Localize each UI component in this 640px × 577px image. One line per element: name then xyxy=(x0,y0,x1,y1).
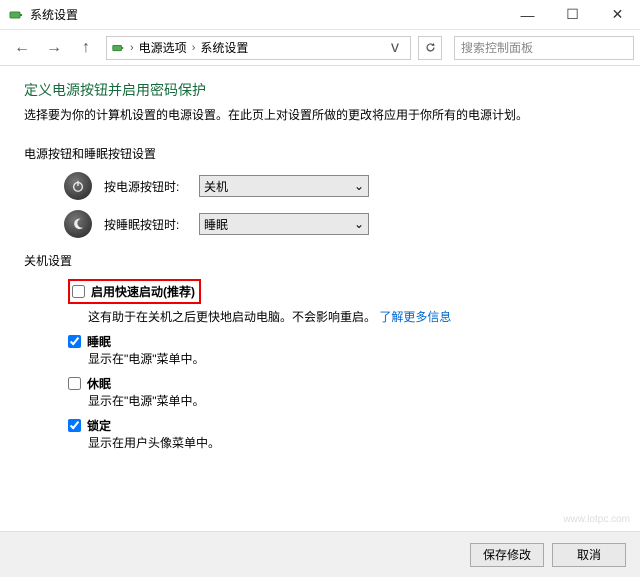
fast-startup-hint: 这有助于在关机之后更快地启动电脑。不会影响重启。 了解更多信息 xyxy=(88,308,616,325)
power-button-label: 按电源按钮时: xyxy=(104,178,199,195)
lock-hint: 显示在用户头像菜单中。 xyxy=(88,434,616,451)
sleep-button-row: 按睡眠按钮时: 睡眠 ⌄ xyxy=(64,210,616,238)
breadcrumb-system-settings[interactable]: 系统设置 xyxy=(200,39,248,56)
maximize-button[interactable]: ☐ xyxy=(550,0,595,29)
sleep-button-label: 按睡眠按钮时: xyxy=(104,216,199,233)
minimize-button[interactable]: — xyxy=(505,0,550,29)
power-button-select[interactable]: 关机 ⌄ xyxy=(199,175,369,197)
hibernate-checkbox[interactable] xyxy=(68,377,81,390)
breadcrumb-power-options[interactable]: 电源选项 xyxy=(139,39,187,56)
sleep-label: 睡眠 xyxy=(87,333,111,350)
up-button[interactable]: ↑ xyxy=(74,36,98,60)
section-power-buttons: 电源按钮和睡眠按钮设置 xyxy=(24,145,616,162)
sleep-option[interactable]: 睡眠 xyxy=(68,333,616,350)
window-title: 系统设置 xyxy=(30,6,505,23)
cancel-button[interactable]: 取消 xyxy=(552,543,626,567)
lock-label: 锁定 xyxy=(87,417,111,434)
highlighted-option: 启用快速启动(推荐) xyxy=(68,279,201,304)
sleep-checkbox[interactable] xyxy=(68,335,81,348)
address-bar[interactable]: › 电源选项 › 系统设置 v xyxy=(106,36,411,60)
back-button[interactable]: ← xyxy=(10,36,34,60)
fast-startup-checkbox[interactable] xyxy=(72,285,85,298)
power-button-row: 按电源按钮时: 关机 ⌄ xyxy=(64,172,616,200)
footer-bar: 保存修改 取消 xyxy=(0,531,640,577)
select-value: 关机 xyxy=(204,178,228,195)
learn-more-link[interactable]: 了解更多信息 xyxy=(379,310,451,324)
chevron-down-icon: ⌄ xyxy=(354,217,364,231)
battery-icon xyxy=(111,41,125,55)
separator-icon: › xyxy=(192,42,196,54)
battery-icon xyxy=(8,7,24,23)
lock-option[interactable]: 锁定 xyxy=(68,417,616,434)
close-button[interactable]: ✕ xyxy=(595,0,640,29)
separator-icon: › xyxy=(130,42,134,54)
search-input[interactable]: 搜索控制面板 xyxy=(454,36,634,60)
hibernate-option[interactable]: 休眠 xyxy=(68,375,616,392)
sleep-button-select[interactable]: 睡眠 ⌄ xyxy=(199,213,369,235)
chevron-down-icon: ⌄ xyxy=(354,179,364,193)
hibernate-label: 休眠 xyxy=(87,375,111,392)
page-title: 定义电源按钮并启用密码保护 xyxy=(24,80,616,100)
title-bar: 系统设置 — ☐ ✕ xyxy=(0,0,640,30)
refresh-button[interactable] xyxy=(418,36,442,60)
navigation-bar: ← → ↑ › 电源选项 › 系统设置 v 搜索控制面板 xyxy=(0,30,640,66)
address-dropdown-icon[interactable]: v xyxy=(384,37,406,59)
hibernate-hint: 显示在"电源"菜单中。 xyxy=(88,392,616,409)
save-button[interactable]: 保存修改 xyxy=(470,543,544,567)
main-content: 定义电源按钮并启用密码保护 选择要为你的计算机设置的电源设置。在此页上对设置所做… xyxy=(0,66,640,451)
forward-button[interactable]: → xyxy=(42,36,66,60)
lock-checkbox[interactable] xyxy=(68,419,81,432)
select-value: 睡眠 xyxy=(204,216,228,233)
watermark: www.lotpc.com xyxy=(563,514,630,525)
refresh-icon xyxy=(424,41,437,54)
fast-startup-label: 启用快速启动(推荐) xyxy=(91,283,195,300)
sleep-hint: 显示在"电源"菜单中。 xyxy=(88,350,616,367)
fast-startup-option[interactable]: 启用快速启动(推荐) xyxy=(72,283,195,300)
page-description: 选择要为你的计算机设置的电源设置。在此页上对设置所做的更改将应用于你所有的电源计… xyxy=(24,106,616,123)
section-shutdown: 关机设置 xyxy=(24,252,616,269)
sleep-icon xyxy=(64,210,92,238)
power-icon xyxy=(64,172,92,200)
